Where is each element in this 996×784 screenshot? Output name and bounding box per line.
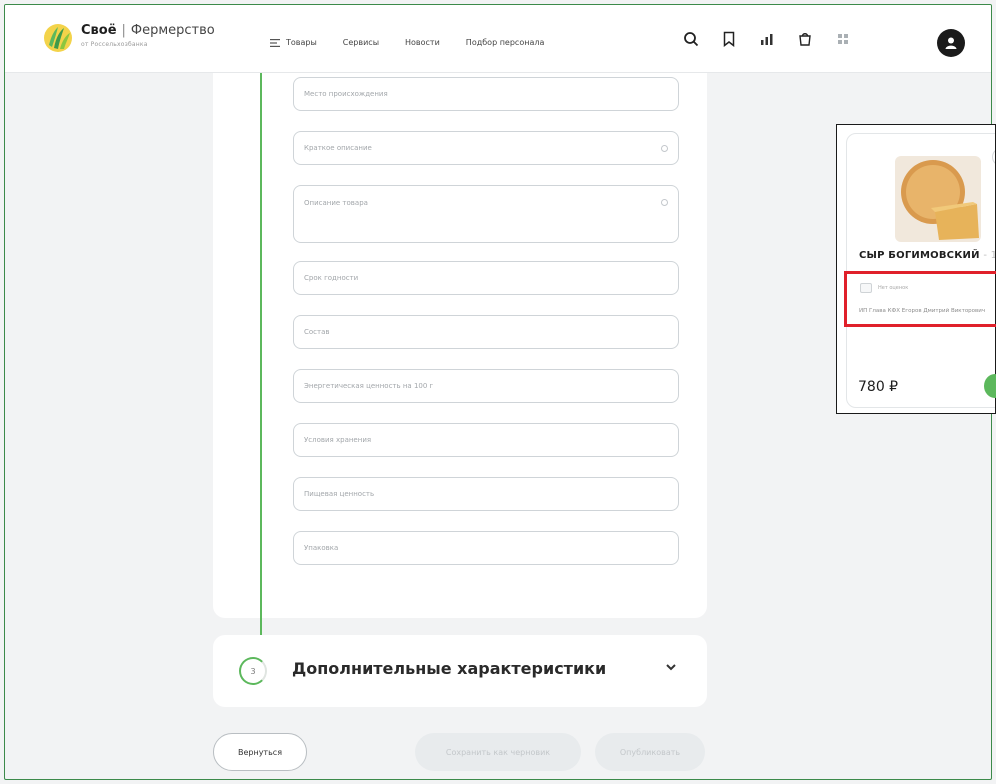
nav-item-news[interactable]: Новости (405, 38, 440, 47)
field-placeholder: Описание товара (304, 199, 368, 207)
product-name: СЫР БОГИМОВСКИЙ - 1 (859, 250, 996, 261)
description-field[interactable]: Описание товара (293, 185, 679, 243)
brand-separator: | (121, 23, 126, 38)
header-actions (683, 31, 851, 47)
composition-field[interactable]: Состав (293, 315, 679, 349)
nav-item-recruitment[interactable]: Подбор персонала (466, 38, 545, 47)
product-preview-callout: СЫР БОГИМОВСКИЙ - 1 (836, 124, 996, 414)
step-indicator: 3 (239, 657, 267, 685)
field-placeholder: Краткое описание (304, 144, 372, 152)
nav-item-goods[interactable]: Товары (270, 38, 317, 47)
main-nav: Товары Сервисы Новости Подбор персонала (270, 38, 544, 47)
button-label: Сохранить как черновик (445, 747, 551, 757)
info-icon[interactable] (661, 145, 668, 152)
nav-item-services[interactable]: Сервисы (343, 38, 379, 47)
packaging-field[interactable]: Упаковка (293, 531, 679, 565)
cart-icon[interactable] (797, 31, 813, 47)
origin-field[interactable]: Место происхождения (293, 77, 679, 111)
user-avatar[interactable] (937, 29, 965, 57)
logo-text: Своё | Фермерство от Россельхозбанка (81, 23, 215, 48)
field-placeholder: Состав (304, 328, 330, 336)
highlight-box (844, 271, 996, 327)
publish-button[interactable]: Опубликовать (595, 733, 705, 771)
nav-item-label: Товары (286, 38, 317, 47)
bookmark-icon[interactable] (721, 31, 737, 47)
product-name-text: СЫР БОГИМОВСКИЙ (859, 250, 980, 261)
product-name-suffix: - 1 (983, 250, 996, 261)
save-draft-button[interactable]: Сохранить как черновик (415, 733, 581, 771)
button-label: Опубликовать (619, 747, 681, 757)
nav-item-label: Подбор персонала (465, 38, 545, 47)
logo[interactable]: Своё | Фермерство от Россельхозбанка (43, 23, 215, 53)
search-icon[interactable] (683, 31, 699, 47)
section-title: Дополнительные характеристики (292, 659, 607, 678)
product-price: 780 ₽ (858, 379, 899, 395)
field-placeholder: Условия хранения (304, 436, 372, 444)
energy-value-field[interactable]: Энергетическая ценность на 100 г (293, 369, 679, 403)
back-button[interactable]: Вернуться (213, 733, 307, 771)
chevron-down-icon[interactable] (664, 661, 678, 673)
nav-item-label: Сервисы (342, 38, 380, 47)
field-placeholder: Место происхождения (304, 90, 388, 98)
field-placeholder: Энергетическая ценность на 100 г (304, 382, 434, 390)
step-number: 3 (250, 666, 256, 676)
grid-icon[interactable] (835, 31, 851, 47)
logo-mark-icon (44, 24, 72, 52)
info-icon[interactable] (661, 199, 668, 206)
step-progress-line (260, 73, 262, 638)
nav-item-label: Новости (405, 38, 440, 47)
field-placeholder: Срок годности (304, 274, 359, 282)
nutritional-value-field[interactable]: Пищевая ценность (293, 477, 679, 511)
button-label: Вернуться (237, 747, 283, 757)
menu-icon (270, 38, 280, 47)
storage-conditions-field[interactable]: Условия хранения (293, 423, 679, 457)
product-name: Фермерство (130, 23, 215, 38)
short-description-field[interactable]: Краткое описание (293, 131, 679, 165)
logo-subtitle: от Россельхозбанка (81, 41, 148, 48)
field-placeholder: Упаковка (304, 544, 339, 552)
top-header: Своё | Фермерство от Россельхозбанка Тов… (5, 5, 991, 73)
chart-icon[interactable] (759, 31, 775, 47)
shelf-life-field[interactable]: Срок годности (293, 261, 679, 295)
favorite-button[interactable] (992, 148, 995, 166)
field-placeholder: Пищевая ценность (304, 490, 375, 498)
user-icon (945, 37, 957, 49)
product-image (895, 156, 981, 242)
brand-name: Своё (81, 23, 117, 38)
